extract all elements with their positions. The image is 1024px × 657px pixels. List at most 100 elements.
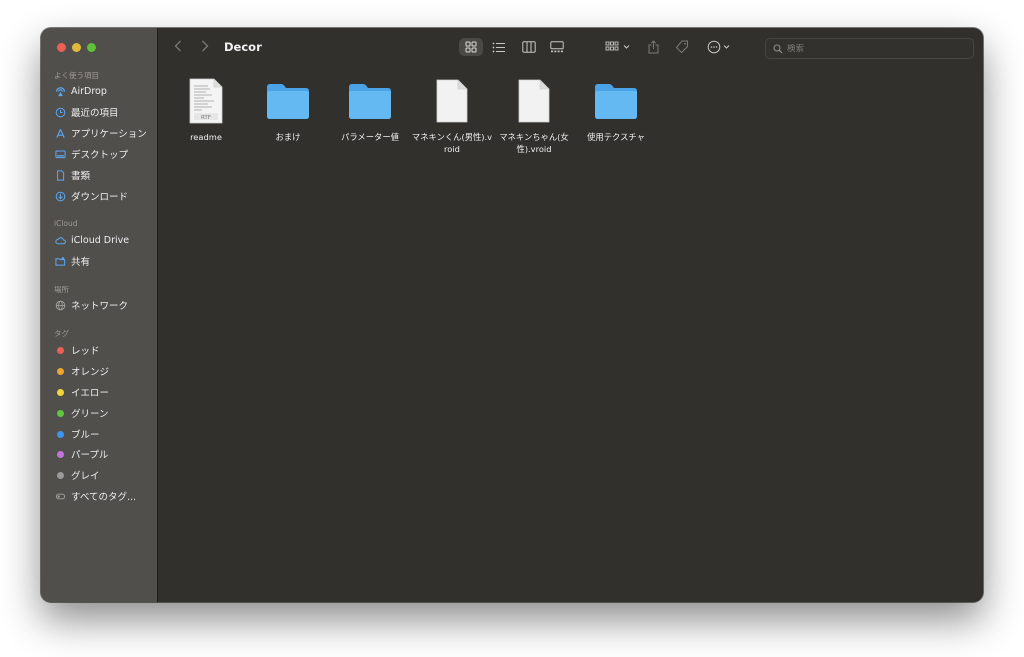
folder-icon: [345, 76, 395, 126]
group-icon: [605, 41, 630, 51]
tag-dot-icon: [54, 386, 66, 398]
gallery-icon: [550, 41, 564, 53]
sidebar-item-label: すべてのタグ...: [71, 492, 137, 503]
file-item-readme[interactable]: RTF readme: [165, 76, 247, 143]
sidebar-tag-orange[interactable]: オレンジ: [54, 363, 109, 379]
file-name: 使用テクスチャ: [587, 132, 645, 142]
document-icon: [54, 169, 66, 181]
file-name: パラメーター値: [341, 132, 399, 142]
sidebar-item-label: ネットワーク: [71, 301, 129, 312]
sidebar: よく使う項目 AirDrop 最近の項目 アプリケーション デスクトップ 書類 …: [41, 28, 158, 602]
sidebar-item-shared[interactable]: 共有: [54, 253, 90, 269]
file-name: おまけ: [275, 132, 301, 142]
gallery-view-button[interactable]: [545, 38, 569, 56]
folder-icon: [263, 76, 313, 126]
sidebar-tag-green[interactable]: グリーン: [54, 405, 109, 421]
file-item-textures[interactable]: 使用テクスチャ: [575, 76, 657, 143]
sidebar-tag-blue[interactable]: ブルー: [54, 426, 100, 442]
desktop-icon: [54, 148, 66, 160]
list-icon: [492, 42, 505, 52]
tag-dot-icon: [54, 407, 66, 419]
search-input[interactable]: [787, 43, 957, 54]
sidebar-item-label: アプリケーション: [71, 129, 147, 140]
blank-document-icon: [509, 76, 559, 126]
icon-view-button[interactable]: [459, 38, 483, 56]
rtf-document-icon: RTF: [181, 76, 231, 126]
file-item-mannequin-male[interactable]: マネキンくん(男性).vroid: [411, 76, 493, 155]
toolbar: Decor: [158, 28, 983, 68]
sidebar-item-recents[interactable]: 最近の項目: [54, 104, 119, 120]
folder-icon: [591, 76, 641, 126]
file-name: readme: [190, 132, 222, 142]
zoom-button[interactable]: [87, 43, 96, 52]
tag-icon: [675, 40, 688, 54]
locations-header: 場所: [54, 285, 69, 294]
file-item-mannequin-female[interactable]: マネキンちゃん(女性).vroid: [493, 76, 575, 155]
sidebar-item-airdrop[interactable]: AirDrop: [54, 83, 107, 99]
tag-dot-icon: [54, 365, 66, 377]
share-button[interactable]: [645, 38, 661, 56]
shared-folder-icon: [54, 255, 66, 267]
sidebar-item-label: グリーン: [71, 409, 109, 420]
sidebar-all-tags[interactable]: すべてのタグ...: [54, 488, 136, 504]
sidebar-item-label: イエロー: [71, 388, 109, 399]
tag-dot-icon: [54, 428, 66, 440]
list-view-button[interactable]: [487, 38, 511, 56]
sidebar-item-applications[interactable]: アプリケーション: [54, 125, 147, 141]
ellipsis-circle-icon: [707, 40, 730, 54]
tag-button[interactable]: [674, 38, 690, 56]
sidebar-item-label: 共有: [71, 257, 91, 268]
tag-dot-icon: [54, 344, 66, 356]
sidebar-item-label: デスクトップ: [71, 150, 129, 161]
globe-icon: [54, 299, 66, 311]
tag-dot-icon: [54, 469, 66, 481]
sidebar-item-label: ダウンロード: [71, 192, 129, 203]
window-title: Decor: [224, 40, 262, 54]
sidebar-item-label: 書類: [71, 171, 91, 182]
applications-icon: [54, 127, 66, 139]
sidebar-tag-yellow[interactable]: イエロー: [54, 384, 109, 400]
finder-window: よく使う項目 AirDrop 最近の項目 アプリケーション デスクトップ 書類 …: [41, 28, 983, 602]
sidebar-item-desktop[interactable]: デスクトップ: [54, 146, 128, 162]
group-by-button[interactable]: [603, 38, 633, 56]
icloud-header: iCloud: [54, 219, 78, 228]
file-item-omake[interactable]: おまけ: [247, 76, 329, 143]
sidebar-item-label: レッド: [71, 346, 100, 357]
sidebar-tag-purple[interactable]: パープル: [54, 446, 108, 462]
clock-icon: [54, 106, 66, 118]
favorites-header: よく使う項目: [54, 71, 99, 80]
file-name: マネキンちゃん(女性).vroid: [499, 132, 569, 154]
sidebar-item-downloads[interactable]: ダウンロード: [54, 188, 128, 204]
grid-icon: [465, 41, 477, 53]
sidebar-item-label: AirDrop: [71, 85, 107, 97]
cloud-icon: [54, 234, 66, 246]
airdrop-icon: [54, 85, 66, 97]
file-item-parameters[interactable]: パラメーター値: [329, 76, 411, 143]
sidebar-item-network[interactable]: ネットワーク: [54, 297, 128, 313]
content-area: Decor 検索 RTF readme おまけ パラメーター値 マネキンくん(男…: [158, 28, 983, 602]
search-field[interactable]: [765, 38, 974, 59]
svg-text:RTF: RTF: [201, 115, 211, 121]
forward-button[interactable]: [201, 40, 209, 55]
sidebar-tag-red[interactable]: レッド: [54, 342, 100, 358]
file-name: マネキンくん(男性).vroid: [411, 132, 493, 154]
close-button[interactable]: [57, 43, 66, 52]
column-view-button[interactable]: [517, 38, 541, 56]
back-button[interactable]: [174, 40, 182, 55]
columns-icon: [522, 41, 536, 53]
all-tags-icon: [54, 490, 66, 502]
download-icon: [54, 190, 66, 202]
share-icon: [648, 40, 658, 54]
sidebar-tag-gray[interactable]: グレイ: [54, 467, 100, 483]
blank-document-icon: [427, 76, 477, 126]
more-actions-button[interactable]: [705, 38, 735, 56]
tag-dot-icon: [54, 448, 66, 460]
sidebar-item-label: 最近の項目: [71, 108, 119, 119]
sidebar-item-label: オレンジ: [71, 367, 110, 378]
sidebar-item-icloud-drive[interactable]: iCloud Drive: [54, 232, 129, 248]
sidebar-item-label: グレイ: [71, 471, 100, 482]
search-icon: [773, 43, 783, 54]
sidebar-item-label: iCloud Drive: [71, 234, 130, 246]
minimize-button[interactable]: [72, 43, 81, 52]
sidebar-item-documents[interactable]: 書類: [54, 167, 90, 183]
